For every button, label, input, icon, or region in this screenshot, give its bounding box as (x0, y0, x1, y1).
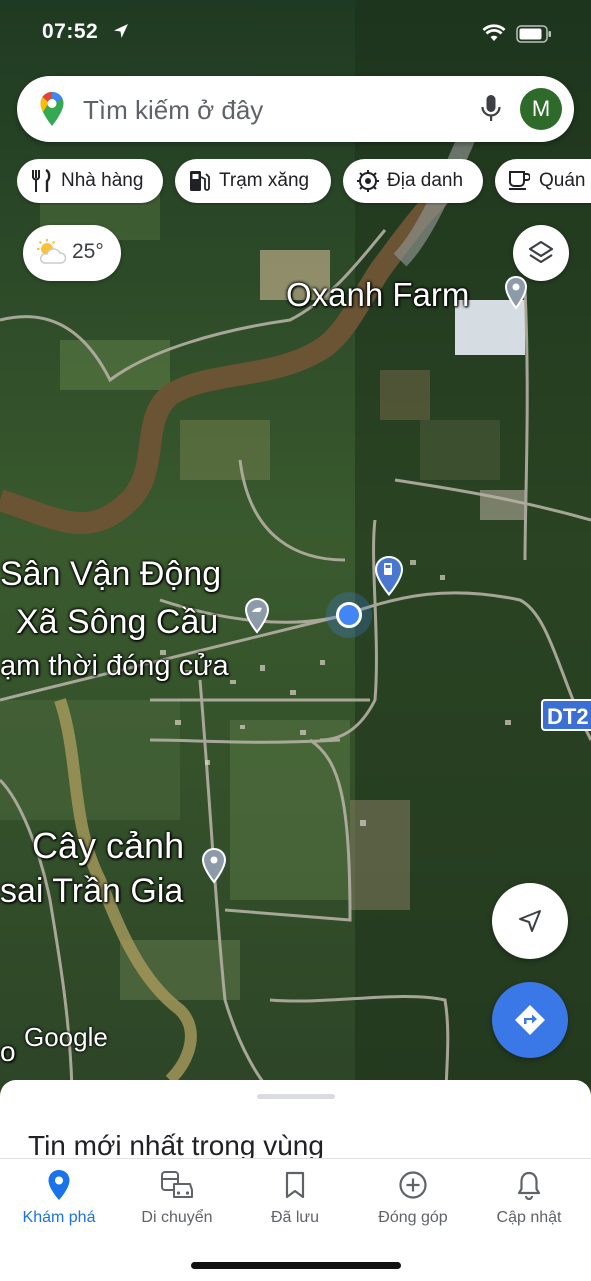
current-location-dot (336, 602, 362, 628)
google-attribution: Google (24, 1022, 108, 1052)
tab-label: Đã lưu (270, 1209, 320, 1226)
chip-cafes[interactable]: Quán (495, 159, 591, 203)
chip-gas-stations[interactable]: Trạm xăng (175, 159, 331, 203)
chip-label: Địa danh (387, 170, 464, 191)
restaurant-icon (32, 169, 51, 192)
chip-label: Trạm xăng (219, 170, 310, 191)
mic-icon[interactable] (480, 94, 502, 124)
directions-button[interactable] (492, 982, 568, 1058)
tab-explore[interactable]: Khám phá (0, 1167, 118, 1227)
battery-icon (516, 25, 551, 43)
bell-icon (517, 1171, 541, 1200)
tab-label: Đóng góp (378, 1209, 448, 1226)
chip-label: Nhà hàng (61, 170, 144, 191)
place-label-stadium-line2[interactable]: Xã Sông Cầu (16, 603, 218, 642)
directions-icon (515, 1005, 545, 1035)
gas-station-pin-icon[interactable] (374, 556, 404, 596)
search-placeholder[interactable]: Tìm kiếm ở đây (83, 95, 263, 126)
location-arrow-icon (114, 24, 128, 38)
chip-label: Quán (539, 170, 586, 191)
place-label-caycanh-line1[interactable]: Cây cảnh (32, 825, 184, 867)
layers-icon (528, 240, 554, 264)
status-bar: 07:52 (0, 0, 591, 66)
tab-label: Cập nhật (496, 1209, 562, 1226)
tab-commute[interactable]: Di chuyển (118, 1167, 236, 1227)
explore-pin-icon (48, 1170, 70, 1200)
status-time: 07:52 (42, 20, 99, 43)
chip-landmarks[interactable]: Địa danh (343, 159, 483, 203)
landmark-icon (357, 170, 379, 192)
gas-station-icon (190, 171, 210, 191)
google-maps-logo-icon (40, 92, 64, 126)
place-pin-icon[interactable] (201, 848, 227, 884)
layers-button[interactable] (513, 225, 569, 281)
stadium-pin-icon[interactable] (244, 598, 270, 634)
sheet-drag-handle[interactable] (257, 1094, 335, 1099)
place-label-stadium-line1[interactable]: Sân Vận Động (0, 555, 221, 594)
commute-icon (161, 1171, 193, 1198)
partly-sunny-icon (37, 239, 67, 264)
tab-saved[interactable]: Đã lưu (236, 1167, 354, 1227)
my-location-button[interactable] (492, 883, 568, 959)
chip-restaurants[interactable]: Nhà hàng (17, 159, 163, 203)
avatar[interactable]: M (520, 88, 562, 130)
search-bar[interactable]: Tìm kiếm ở đây M (17, 76, 574, 142)
bookmark-icon (285, 1171, 305, 1199)
wifi-icon (482, 24, 506, 41)
place-pin-icon[interactable] (504, 276, 528, 310)
tab-contribute[interactable]: Đóng góp (354, 1167, 472, 1227)
tab-label: Di chuyển (141, 1209, 213, 1226)
tab-updates[interactable]: Cập nhật (470, 1167, 588, 1227)
place-label-fragment: o (0, 1036, 16, 1067)
category-chips: Nhà hàng Trạm xăng Địa danh Quán (17, 159, 591, 205)
add-circle-icon (399, 1171, 427, 1199)
weather-temperature: 25° (72, 240, 104, 263)
weather-chip[interactable]: 25° (23, 225, 121, 281)
road-shield: DT2 (541, 699, 591, 731)
cafe-icon (509, 171, 530, 190)
home-indicator[interactable] (191, 1262, 401, 1269)
place-label-oxanh-farm[interactable]: Oxanh Farm (286, 276, 469, 314)
tab-label: Khám phá (22, 1209, 96, 1226)
navigation-arrow-icon (519, 910, 541, 932)
place-label-stadium-status: ạm thời đóng cửa (0, 650, 229, 682)
place-label-caycanh-line2[interactable]: sai Trần Gia (0, 872, 183, 911)
